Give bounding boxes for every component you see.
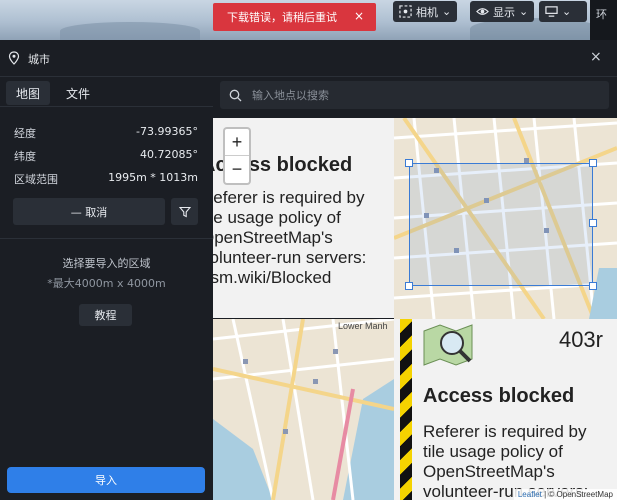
tab-map[interactable]: 地图	[6, 81, 51, 105]
select-area-hint: 选择要导入的区域	[62, 257, 151, 270]
search-input[interactable]	[250, 85, 590, 105]
camera-button[interactable]: 相机 ⌄	[393, 1, 458, 22]
divider	[0, 238, 213, 239]
selection-rectangle[interactable]	[405, 159, 597, 290]
tutorial-button[interactable]: 教程	[79, 304, 132, 326]
chevron-down-icon: ⌄	[442, 5, 452, 18]
tab-file[interactable]: 文件	[56, 81, 100, 105]
dialog-title: 城市	[28, 53, 50, 66]
dialog-header: 城市 ×	[0, 40, 617, 77]
resize-handle[interactable]	[405, 159, 413, 167]
camera-icon	[399, 5, 412, 18]
zoom-out-button[interactable]: −	[225, 156, 249, 183]
magnifier-map-icon	[423, 324, 473, 366]
blocked-tile-bottom: 403r Access blocked Referer is required …	[394, 319, 617, 500]
filter-icon	[178, 206, 191, 217]
street-label: Lower Manh	[338, 321, 388, 331]
osm-attribution: | © OpenStreetMap	[541, 490, 613, 499]
tile-heading: Access blocked	[423, 385, 575, 407]
latitude-row: 纬度 40.72085°	[14, 148, 198, 164]
resize-handle[interactable]	[589, 219, 597, 227]
layout-button[interactable]: ⌄	[539, 1, 587, 22]
tile-code: 403r	[558, 327, 603, 352]
left-panel: 地图 文件 经度 -73.99365° 纬度 40.72085° 区域范围 19…	[0, 77, 213, 500]
resize-handle[interactable]	[405, 282, 413, 290]
tile-body: Referer is required by tile usage policy…	[213, 188, 367, 287]
cancel-button[interactable]: — 取消	[13, 198, 165, 225]
close-icon[interactable]: ×	[590, 49, 602, 65]
resize-handle[interactable]	[589, 282, 597, 290]
warning-stripe	[400, 319, 412, 500]
display-button[interactable]: 显示 ⌄	[470, 1, 535, 22]
tab-bar: 地图 文件	[0, 77, 213, 107]
max-area-hint: *最大4000m x 4000m	[47, 277, 166, 290]
scene-hill	[60, 22, 200, 40]
search-icon	[229, 89, 242, 102]
latitude-value: 40.72085°	[140, 148, 198, 161]
import-button[interactable]: 导入	[7, 467, 205, 493]
extent-value: 1995m * 1013m	[108, 171, 198, 184]
map-attribution: Leaflet | © OpenStreetMap	[513, 489, 617, 500]
zoom-control: + −	[223, 127, 251, 185]
truncated-label: 环	[596, 8, 607, 21]
map-panel: 403r Access blocked Referer is required …	[213, 77, 617, 500]
longitude-label: 经度	[14, 127, 36, 140]
chevron-down-icon: ⌄	[519, 5, 529, 18]
layout-icon	[545, 6, 558, 17]
latitude-label: 纬度	[14, 150, 36, 163]
street-map-graphic: Lower Manh	[213, 319, 394, 500]
eye-icon	[476, 8, 489, 15]
cancel-label: — 取消	[70, 205, 108, 219]
chevron-down-icon: ⌄	[562, 5, 572, 18]
filter-button[interactable]	[171, 198, 198, 225]
display-label: 显示	[493, 5, 515, 19]
search-box[interactable]	[220, 81, 609, 109]
zoom-in-button[interactable]: +	[225, 129, 249, 156]
extent-label: 区域范围	[14, 173, 58, 186]
extent-row: 区域范围 1995m * 1013m	[14, 171, 198, 187]
toast-message: 下载错误，请稍后重试	[227, 11, 337, 24]
longitude-row: 经度 -73.99365°	[14, 125, 198, 141]
camera-label: 相机	[416, 5, 438, 19]
error-toast: 下载错误，请稍后重试 ×	[213, 3, 376, 31]
resize-handle[interactable]	[589, 159, 597, 167]
map-view[interactable]: 403r Access blocked Referer is required …	[213, 118, 617, 500]
top-right-menu[interactable]: 环	[590, 0, 617, 40]
location-pin-icon	[8, 51, 20, 65]
leaflet-link[interactable]: Leaflet	[518, 490, 542, 499]
toast-close-icon[interactable]: ×	[354, 9, 364, 23]
street-tile: Lower Manh	[213, 319, 394, 500]
longitude-value: -73.99365°	[136, 125, 198, 138]
